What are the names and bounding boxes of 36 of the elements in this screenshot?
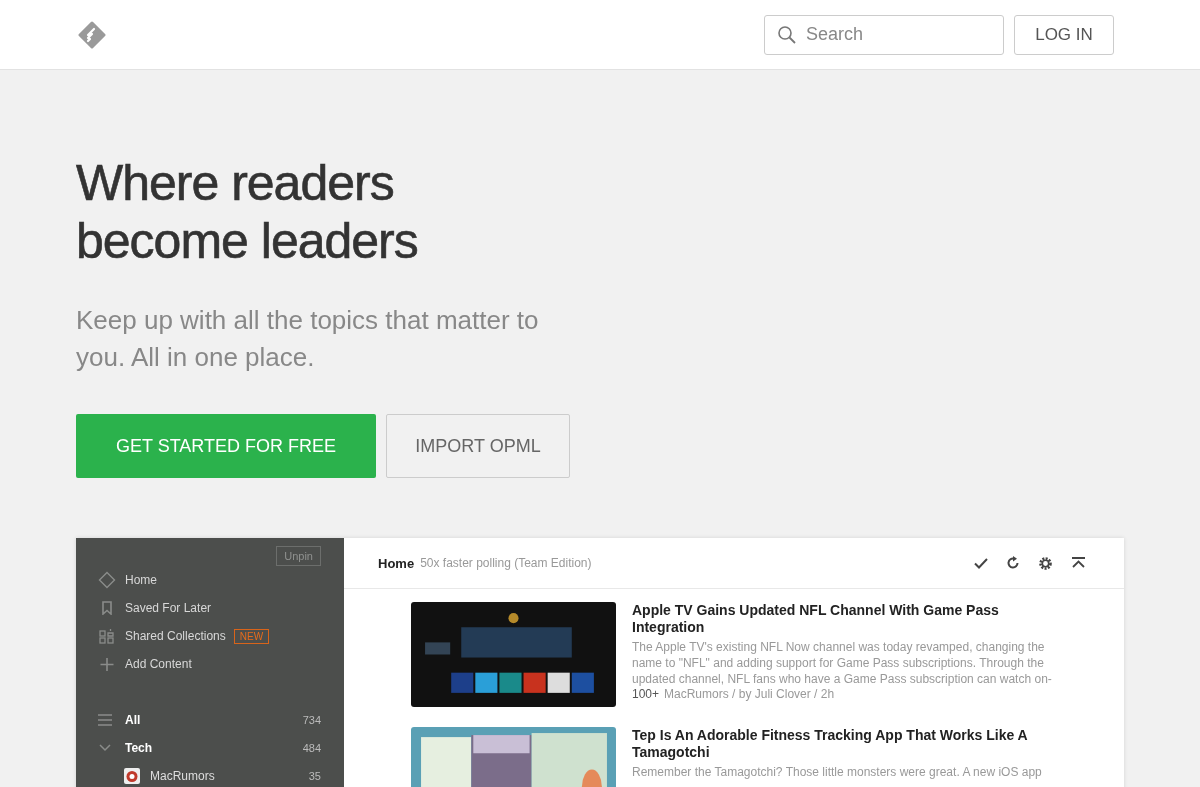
search-icon xyxy=(777,24,797,45)
article-meta: MacRumors / by Juli Clover / 2h xyxy=(664,687,835,701)
page-title: Home xyxy=(378,555,415,571)
grid-icon xyxy=(98,628,116,644)
nav-item[interactable]: Shared Collections xyxy=(125,629,226,643)
new-badge: NEW xyxy=(233,628,270,644)
checkmark-icon[interactable] xyxy=(974,557,988,569)
nav-item[interactable]: Saved For Later xyxy=(125,601,212,615)
page-subtitle: 50x faster polling (Team Edition) xyxy=(420,556,592,570)
favicon-icon xyxy=(124,768,140,784)
feed-item[interactable]: Tech xyxy=(125,741,153,755)
login-button[interactable]: LOG IN xyxy=(1014,14,1114,55)
collapse-icon[interactable] xyxy=(1071,557,1086,569)
engagement-count: 100+ xyxy=(632,687,660,701)
unread-count: 484 xyxy=(302,742,321,754)
article-title[interactable]: Tep Is An Adorable Fitness Tracking App That Works Like A Tamagotchi xyxy=(632,727,1064,761)
search-field[interactable]: Search xyxy=(764,14,1004,55)
refresh-icon[interactable] xyxy=(1006,556,1020,570)
article-summary: Remember the Tamagotchi? Those little monsters were great. A new iOS app xyxy=(632,764,1043,780)
unread-count: 35 xyxy=(308,770,321,782)
chevron-icon[interactable] xyxy=(98,744,112,752)
nav-item[interactable]: Home xyxy=(125,573,157,587)
nav-item[interactable]: Add Content xyxy=(125,657,192,671)
headline: Where readers become leaders xyxy=(76,154,418,270)
diamond-icon xyxy=(98,571,116,589)
feed-item[interactable]: All xyxy=(125,713,141,727)
article-summary: The Apple TV's existing NFL Now channel was today revamped, changing the name to "NFL" and adding support for Game Pass subscriptions. Through the updated channel, NFL fans who have a Game Pass subscription can watch on- xyxy=(632,639,1053,687)
plus-icon xyxy=(98,657,116,671)
list-icon xyxy=(98,714,112,726)
import-button[interactable]: IMPORT OPML xyxy=(386,414,570,478)
feed-item[interactable]: MacRumors xyxy=(150,769,215,783)
logo-icon[interactable] xyxy=(78,20,106,49)
settings-icon[interactable] xyxy=(1038,555,1053,571)
subtitle: Keep up with all the topics that matter to you. All in one place. xyxy=(76,304,540,374)
unread-count: 734 xyxy=(302,714,321,726)
article-title[interactable]: Apple TV Gains Updated NFL Channel With Game Pass Integration xyxy=(632,602,1064,636)
